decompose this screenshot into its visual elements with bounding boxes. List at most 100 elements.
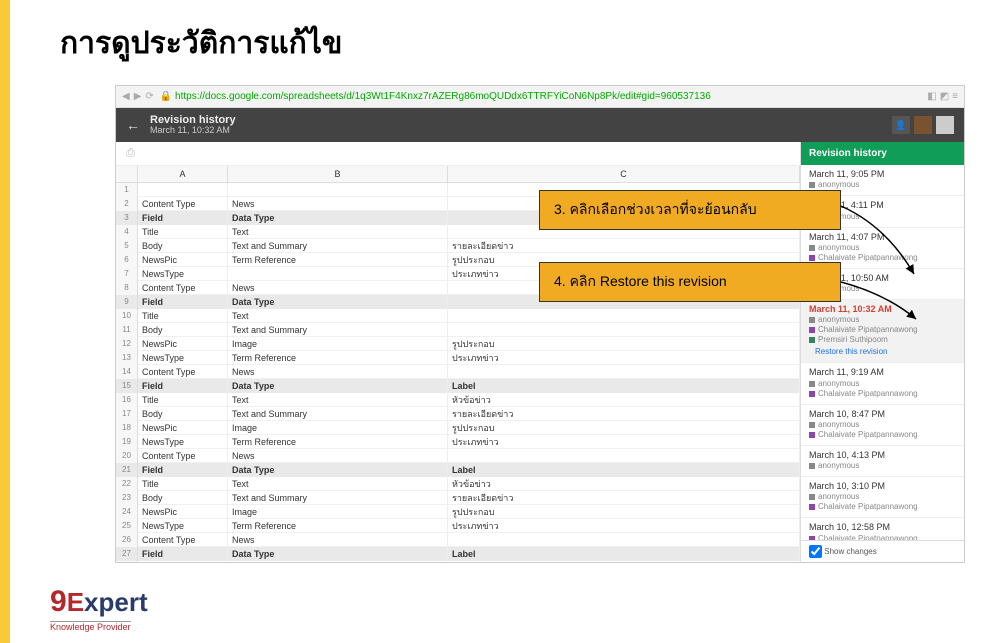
row-number[interactable]: 2 [116,197,138,211]
row-number[interactable]: 9 [116,295,138,309]
cell[interactable]: Text [228,225,448,239]
table-row[interactable]: 20 Content Type News [116,449,800,463]
cell[interactable]: รายละเอียดข่าว [448,407,800,421]
table-row[interactable]: 12 NewsPic Image รูปประกอบ [116,337,800,351]
row-number[interactable]: 5 [116,239,138,253]
row-number[interactable]: 23 [116,491,138,505]
cell[interactable]: รายละเอียดข่าว [448,491,800,505]
table-row[interactable]: 27 Field Data Type Label [116,547,800,561]
cell[interactable]: NewsType [138,267,228,281]
table-row[interactable]: 16 Title Text หัวข้อข่าว [116,393,800,407]
table-row[interactable]: 24 NewsPic Image รูปประกอบ [116,505,800,519]
cell[interactable]: News [228,197,448,211]
cell[interactable]: Text and Summary [228,239,448,253]
cell[interactable]: ประเภทข่าว [448,435,800,449]
row-number[interactable]: 1 [116,183,138,197]
row-number[interactable]: 3 [116,211,138,225]
cell[interactable]: Content Type [138,365,228,379]
row-number[interactable]: 22 [116,477,138,491]
cell[interactable]: Text and Summary [228,407,448,421]
corner-cell[interactable] [116,166,138,182]
cell[interactable]: NewsType [138,435,228,449]
show-changes-toggle[interactable]: Show changes [809,547,877,556]
cell[interactable]: NewsPic [138,421,228,435]
cell[interactable]: Text and Summary [228,323,448,337]
print-icon[interactable]: ⎙ [126,147,135,160]
cell[interactable]: Data Type [228,379,448,393]
cell[interactable]: Body [138,491,228,505]
table-row[interactable]: 26 Content Type News [116,533,800,547]
cell[interactable]: Title [138,309,228,323]
table-row[interactable]: 25 NewsType Term Reference ประเภทข่าว [116,519,800,533]
cell[interactable]: Field [138,547,228,561]
table-row[interactable]: 23 Body Text and Summary รายละเอียดข่าว [116,491,800,505]
cell[interactable] [228,267,448,281]
row-number[interactable]: 4 [116,225,138,239]
row-number[interactable]: 14 [116,365,138,379]
revision-item[interactable]: March 10, 4:13 PManonymous [801,446,964,477]
row-number[interactable]: 11 [116,323,138,337]
col-header-b[interactable]: B [228,166,448,182]
browser-reload-icon[interactable]: ⟳ [145,91,153,102]
browser-back-icon[interactable]: ◀ [122,91,130,102]
revision-item[interactable]: March 10, 3:10 PManonymousChalaivate Pip… [801,477,964,518]
cell[interactable]: Body [138,239,228,253]
cell[interactable]: Data Type [228,547,448,561]
cell[interactable]: Term Reference [228,253,448,267]
avatar-3[interactable] [936,116,954,134]
col-header-a[interactable]: A [138,166,228,182]
cell[interactable]: NewsPic [138,253,228,267]
cell[interactable] [448,309,800,323]
back-arrow-icon[interactable]: ← [126,117,140,133]
cell[interactable] [448,323,800,337]
cell[interactable]: Content Type [138,281,228,295]
table-row[interactable]: 14 Content Type News [116,365,800,379]
cell[interactable]: Data Type [228,463,448,477]
cell[interactable]: Text [228,393,448,407]
cell[interactable]: Field [138,379,228,393]
avatar-2[interactable] [914,116,932,134]
cell[interactable]: หัวข้อข่าว [448,477,800,491]
row-number[interactable]: 15 [116,379,138,393]
cell[interactable]: News [228,365,448,379]
table-row[interactable]: 22 Title Text หัวข้อข่าว [116,477,800,491]
cell[interactable]: News [228,281,448,295]
cell[interactable]: Label [448,547,800,561]
table-row[interactable]: 28 Title Text หัวข้อข่าว [116,561,800,562]
col-header-c[interactable]: C [448,166,800,182]
row-number[interactable]: 18 [116,421,138,435]
cell[interactable]: Image [228,421,448,435]
table-row[interactable]: 17 Body Text and Summary รายละเอียดข่าว [116,407,800,421]
cell[interactable]: NewsPic [138,505,228,519]
row-number[interactable]: 12 [116,337,138,351]
cell[interactable]: Text [228,561,448,562]
cell[interactable]: ประเภทข่าว [448,351,800,365]
table-row[interactable]: 5 Body Text and Summary รายละเอียดข่าว [116,239,800,253]
table-row[interactable]: 13 NewsType Term Reference ประเภทข่าว [116,351,800,365]
cell[interactable]: หัวข้อข่าว [448,561,800,562]
row-number[interactable]: 24 [116,505,138,519]
cell[interactable]: รูปประกอบ [448,421,800,435]
cell[interactable]: Field [138,463,228,477]
cell[interactable]: Term Reference [228,351,448,365]
browser-forward-icon[interactable]: ▶ [134,91,142,102]
cell[interactable] [228,183,448,197]
cell[interactable]: Data Type [228,211,448,225]
cell[interactable]: Text [228,309,448,323]
cell[interactable]: Content Type [138,197,228,211]
cell[interactable]: Term Reference [228,519,448,533]
address-bar[interactable]: 🔒 https://docs.google.com/spreadsheets/d… [160,91,921,102]
revision-item[interactable]: March 10, 12:58 PMChalaivate Pipatpannaw… [801,518,964,540]
table-row[interactable]: 15 Field Data Type Label [116,379,800,393]
row-number[interactable]: 28 [116,561,138,562]
row-number[interactable]: 27 [116,547,138,561]
cell[interactable] [448,365,800,379]
restore-this-revision-link[interactable]: Restore this revision [815,347,956,357]
cell[interactable]: Title [138,225,228,239]
row-number[interactable]: 6 [116,253,138,267]
row-number[interactable]: 19 [116,435,138,449]
row-number[interactable]: 17 [116,407,138,421]
cell[interactable]: Text and Summary [228,491,448,505]
extension-icon[interactable]: ◧ [927,91,936,102]
row-number[interactable]: 26 [116,533,138,547]
